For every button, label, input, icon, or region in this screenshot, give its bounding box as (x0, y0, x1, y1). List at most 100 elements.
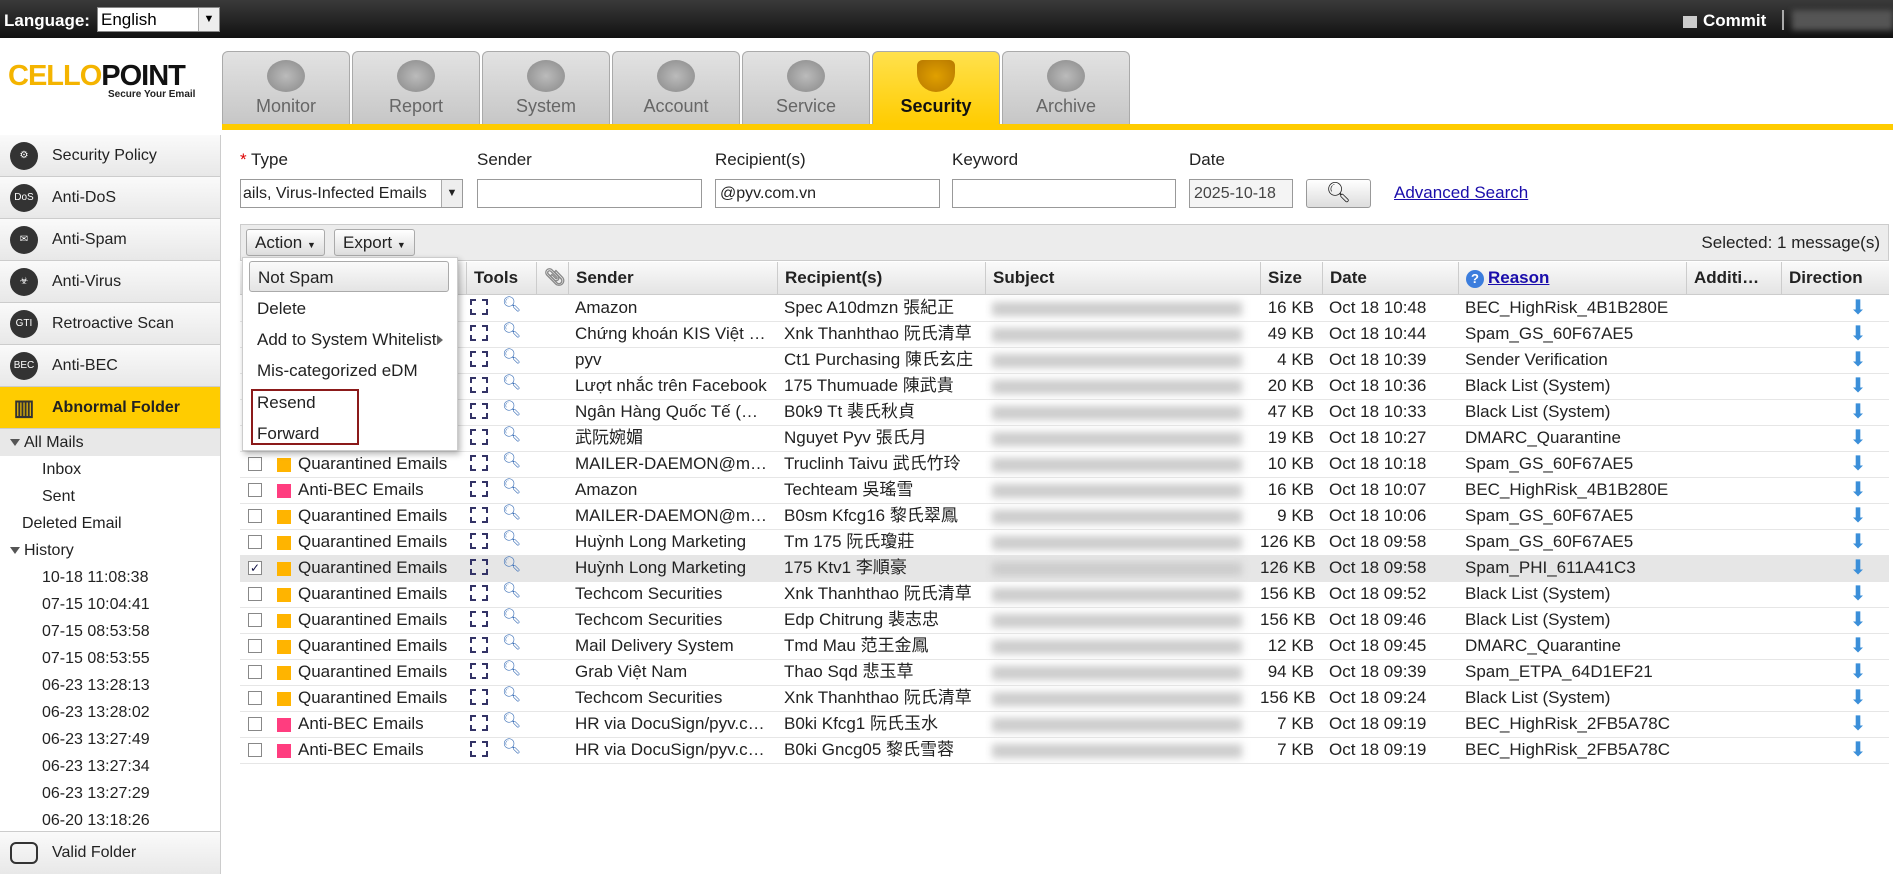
quarantine-view-icon[interactable] (470, 481, 488, 497)
subject-cell[interactable] (985, 737, 1260, 763)
quarantine-view-icon[interactable] (470, 377, 488, 393)
tree-all-mails[interactable]: All Mails (0, 429, 220, 456)
magnifier-icon[interactable]: 🔍︎ (502, 321, 521, 339)
magnifier-icon[interactable]: 🔍︎ (502, 711, 521, 729)
quarantine-view-icon[interactable] (470, 429, 488, 445)
menu-item-add-to-whitelist[interactable]: Add to System Whitelist (249, 324, 449, 355)
subject-cell[interactable] (985, 555, 1260, 581)
quarantine-view-icon[interactable] (470, 299, 488, 315)
row-checkbox[interactable] (248, 457, 262, 471)
tree-history-item[interactable]: 06-23 13:28:13 (0, 672, 220, 699)
sidebar-item-valid-folder[interactable]: Valid Folder (0, 831, 220, 874)
sidebar-item-retroactive-scan[interactable]: GTI Retroactive Scan (0, 303, 220, 345)
tab-service[interactable]: Service (742, 51, 870, 125)
magnifier-icon[interactable]: 🔍︎ (502, 685, 521, 703)
keyword-input[interactable] (952, 179, 1176, 208)
table-row[interactable]: Quarantined Emails 🔍︎ Grab Việt Nam Thao Sq… (240, 659, 1889, 686)
subject-cell[interactable] (985, 633, 1260, 659)
quarantine-view-icon[interactable] (470, 351, 488, 367)
advanced-search-link[interactable]: Advanced Search (1394, 183, 1528, 203)
subject-cell[interactable] (985, 451, 1260, 477)
table-row[interactable]: ✓ Quarantined Emails 🔍︎ Huỳnh Long Marketin… (240, 555, 1889, 582)
reason-link[interactable]: Reason (1488, 268, 1549, 287)
quarantine-view-icon[interactable] (470, 689, 488, 705)
table-row[interactable]: 🔍︎ Amazon Spec A10dmzn 張紀正 16 KB Oct 18 10:4… (240, 295, 1889, 322)
row-checkbox[interactable] (248, 665, 262, 679)
row-checkbox[interactable] (248, 639, 262, 653)
subject-cell[interactable] (985, 425, 1260, 451)
tree-history-item[interactable]: 06-20 13:18:26 (0, 807, 220, 834)
row-checkbox[interactable] (248, 743, 262, 757)
table-row[interactable]: Quarantined Emails🔍︎武阮婉媚Nguyet Pyv 張氏月19… (240, 425, 1889, 452)
magnifier-icon[interactable]: 🔍︎ (502, 399, 521, 417)
quarantine-view-icon[interactable] (470, 455, 488, 471)
subject-cell[interactable] (985, 477, 1260, 503)
quarantine-view-icon[interactable] (470, 663, 488, 679)
type-select[interactable]: ails, Virus-Infected Emails ▼ (240, 179, 463, 208)
commit-button[interactable]: Commit (1683, 11, 1766, 31)
expand-triangle-icon[interactable] (10, 439, 20, 447)
header-subject[interactable]: Subject (985, 262, 1260, 294)
table-row[interactable]: Quarantined Emails 🔍︎ Techcom Securities Ed… (240, 607, 1889, 634)
table-row[interactable]: Quarantined Emails 🔍︎ MAILER-DAEMON@m… Truc… (240, 451, 1889, 478)
export-button[interactable]: Export ▼ (334, 229, 415, 256)
row-checkbox[interactable] (248, 509, 262, 523)
header-recipients[interactable]: Recipient(s) (777, 262, 985, 294)
table-row[interactable]: Quarantined Emails 🔍︎ MAILER-DAEMON@m… B0sm… (240, 503, 1889, 530)
expand-triangle-icon[interactable] (10, 547, 20, 555)
magnifier-icon[interactable]: 🔍︎ (502, 295, 521, 313)
tab-archive[interactable]: Archive (1002, 51, 1130, 125)
magnifier-icon[interactable]: 🔍︎ (502, 477, 521, 495)
quarantine-view-icon[interactable] (470, 741, 488, 757)
table-row[interactable]: 🔍︎ Ngân Hàng Quốc Tế (… B0k9 Tt 裴氏秋貞 47 KB O… (240, 399, 1889, 426)
subject-cell[interactable] (985, 711, 1260, 737)
header-additional[interactable]: Additi… (1686, 262, 1781, 294)
magnifier-icon[interactable]: 🔍︎ (502, 373, 521, 391)
tab-monitor[interactable]: Monitor (222, 51, 350, 125)
tree-history-item[interactable]: 06-23 13:28:02 (0, 699, 220, 726)
quarantine-view-icon[interactable] (470, 611, 488, 627)
subject-cell[interactable] (985, 659, 1260, 685)
row-checkbox[interactable]: ✓ (248, 561, 262, 575)
header-size[interactable]: Size (1260, 262, 1322, 294)
quarantine-view-icon[interactable] (470, 403, 488, 419)
row-checkbox[interactable] (248, 613, 262, 627)
header-direction[interactable]: Direction (1781, 262, 1889, 294)
quarantine-view-icon[interactable] (470, 637, 488, 653)
header-sender[interactable]: Sender (568, 262, 777, 294)
table-row[interactable]: 🔍︎ Chứng khoán KIS Việt … Xnk Thanhthao 阮氏… (240, 321, 1889, 348)
table-row[interactable]: Quarantined Emails 🔍︎ Huỳnh Long Marketing… (240, 529, 1889, 556)
magnifier-icon[interactable]: 🔍︎ (502, 659, 521, 677)
sender-input[interactable] (477, 179, 702, 208)
menu-item-mis-categorized-edm[interactable]: Mis-categorized eDM (249, 355, 449, 386)
tab-system[interactable]: System (482, 51, 610, 125)
quarantine-view-icon[interactable] (470, 585, 488, 601)
quarantine-view-icon[interactable] (470, 325, 488, 341)
row-checkbox[interactable] (248, 587, 262, 601)
magnifier-icon[interactable]: 🔍︎ (502, 633, 521, 651)
magnifier-icon[interactable]: 🔍︎ (502, 503, 521, 521)
row-checkbox[interactable] (248, 535, 262, 549)
magnifier-icon[interactable]: 🔍︎ (502, 425, 521, 443)
table-row[interactable]: Anti-BEC Emails 🔍︎ HR via DocuSign/pyv.c… B… (240, 711, 1889, 738)
table-row[interactable]: Quarantined Emails 🔍︎ Techcom Securities Xn… (240, 685, 1889, 712)
subject-cell[interactable] (985, 321, 1260, 347)
sidebar-item-anti-bec[interactable]: BEC Anti-BEC (0, 345, 220, 387)
sidebar-item-abnormal-folder[interactable]: ▥ Abnormal Folder (0, 387, 220, 429)
subject-cell[interactable] (985, 373, 1260, 399)
table-row[interactable]: Anti-BEC Emails 🔍︎ Amazon Techteam 吳瑤雪 16 KB… (240, 477, 1889, 504)
sidebar-item-anti-virus[interactable]: ☣ Anti-Virus (0, 261, 220, 303)
search-button[interactable]: 🔍︎ (1306, 179, 1371, 208)
menu-item-delete[interactable]: Delete (249, 293, 449, 324)
magnifier-icon[interactable]: 🔍︎ (502, 581, 521, 599)
tree-history-item[interactable]: 06-23 13:27:29 (0, 780, 220, 807)
subject-cell[interactable] (985, 295, 1260, 321)
row-checkbox[interactable] (248, 691, 262, 705)
sidebar-item-anti-dos[interactable]: DoS Anti-DoS (0, 177, 220, 219)
tree-history-item[interactable]: 07-15 10:04:41 (0, 591, 220, 618)
tree-history-item[interactable]: 10-18 11:08:38 (0, 564, 220, 591)
quarantine-view-icon[interactable] (470, 507, 488, 523)
magnifier-icon[interactable]: 🔍︎ (502, 347, 521, 365)
table-row[interactable]: 🔍︎ pyv Ct1 Purchasing 陳氏玄庄 4 KB Oct 18 10:39… (240, 347, 1889, 374)
subject-cell[interactable] (985, 503, 1260, 529)
